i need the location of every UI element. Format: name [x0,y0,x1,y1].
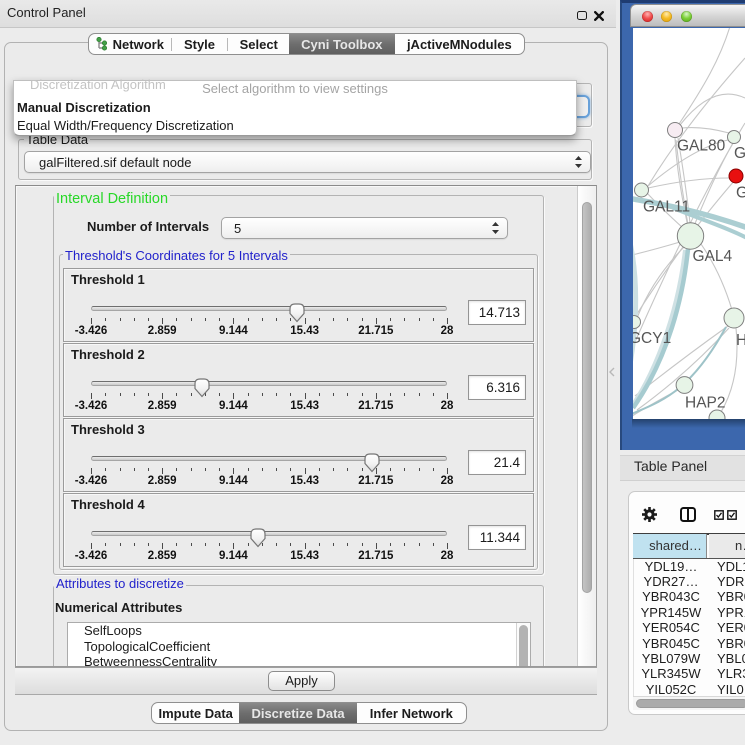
svg-text:GAL11: GAL11 [643,199,690,216]
svg-text:GAL80: GAL80 [677,138,726,155]
svg-text:GCY1: GCY1 [633,330,671,347]
svg-text:G: G [736,185,745,202]
svg-text:HAP2: HAP2 [685,395,726,412]
svg-text:G.: G. [734,145,745,162]
svg-text:H: H [736,332,745,349]
svg-text:GAL4: GAL4 [693,248,733,265]
